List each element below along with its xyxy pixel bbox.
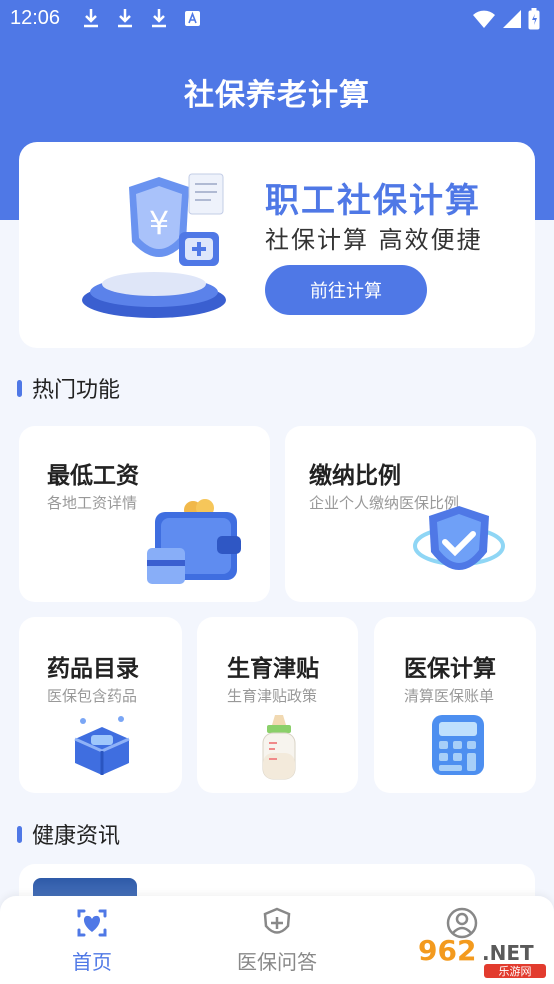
baby-bottle-icon <box>262 715 296 780</box>
section-marker <box>17 379 22 397</box>
status-time: 12:06 <box>10 7 61 29</box>
tab-insurance-qa[interactable]: 医保问答 <box>207 906 347 975</box>
social-security-shield-icon: ¥ <box>82 173 226 318</box>
section-health-news: 健康资讯 <box>17 818 120 850</box>
app-title: 社保养老计算 <box>184 78 370 113</box>
wifi-icon <box>473 10 495 28</box>
card-subtitle: 生育津贴政策 <box>227 687 318 705</box>
app-notification-icon <box>185 11 200 26</box>
feature-card-insurance-calc[interactable]: 医保计算 清算医保账单 <box>374 617 536 793</box>
feature-card-maternity-allowance[interactable]: 生育津贴 生育津贴政策 <box>197 617 358 793</box>
card-title: 最低工资 <box>47 463 139 489</box>
card-subtitle: 清算医保账单 <box>404 687 495 705</box>
section-title: 热门功能 <box>32 378 121 403</box>
feature-card-min-wage[interactable]: 最低工资 各地工资详情 <box>19 426 270 602</box>
card-title: 生育津贴 <box>227 656 319 682</box>
svg-text:.NET: .NET <box>482 941 534 965</box>
download-icon <box>118 9 132 28</box>
section-marker <box>17 825 22 843</box>
tab-home[interactable]: 首页 <box>22 906 162 975</box>
feature-card-payment-ratio[interactable]: 缴纳比例 企业个人缴纳医保比例 <box>285 426 536 602</box>
shield-plus-icon <box>263 907 291 934</box>
svg-text:962: 962 <box>418 934 476 967</box>
card-title: 医保计算 <box>404 656 496 682</box>
tab-label: 医保问答 <box>237 950 317 974</box>
svg-text:乐游网: 乐游网 <box>499 965 532 978</box>
download-icon <box>152 9 166 28</box>
svg-text:¥: ¥ <box>149 204 169 242</box>
section-title: 健康资讯 <box>32 824 121 849</box>
card-title: 药品目录 <box>47 656 139 682</box>
signal-icon <box>503 10 521 28</box>
card-title: 缴纳比例 <box>309 463 401 489</box>
card-subtitle: 医保包含药品 <box>47 687 138 705</box>
section-hot-features: 热门功能 <box>17 372 120 404</box>
battery-icon <box>528 8 540 30</box>
tab-label: 首页 <box>72 950 112 974</box>
feature-card-drug-catalog[interactable]: 药品目录 医保包含药品 <box>19 617 182 793</box>
hero-card[interactable]: ¥ 职工社保计算 社保计算 高效便捷 前往计算 <box>19 142 535 348</box>
site-watermark-logo: 962 .NET 乐游网 <box>418 934 546 978</box>
hero-subtitle: 社保计算 高效便捷 <box>265 226 483 254</box>
hero-title: 职工社保计算 <box>265 181 481 221</box>
download-icon <box>84 9 98 28</box>
calculator-icon <box>432 715 484 775</box>
shield-check-icon <box>413 506 505 570</box>
card-subtitle: 各地工资详情 <box>47 494 138 512</box>
go-calculate-button[interactable]: 前往计算 <box>265 265 427 315</box>
status-bar: 12:06 <box>0 0 554 38</box>
medicine-box-icon <box>74 716 130 775</box>
wallet-icon <box>147 499 241 584</box>
home-heart-icon <box>77 909 107 937</box>
